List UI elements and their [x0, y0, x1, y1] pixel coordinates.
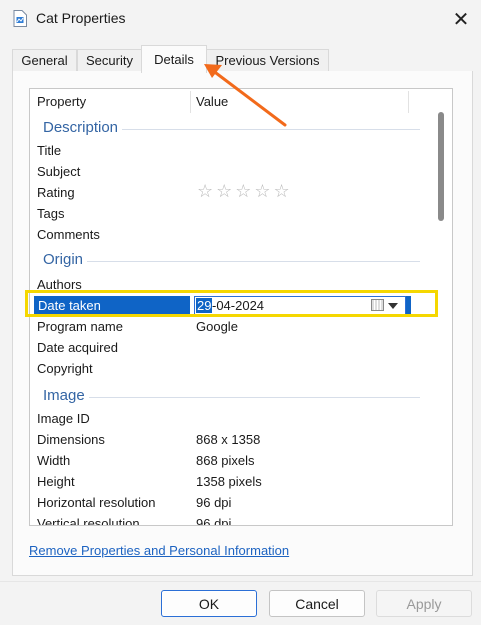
property-row-subject[interactable]: Subject — [30, 161, 436, 182]
tab-details[interactable]: Details — [141, 45, 207, 73]
property-row-height[interactable]: Height 1358 pixels — [30, 471, 436, 492]
tab-label: Security — [86, 53, 133, 68]
star-rating-icon[interactable]: ☆☆☆☆☆ — [197, 181, 293, 202]
date-rest[interactable]: -04-2024 — [212, 298, 264, 313]
property-name: Authors — [37, 277, 82, 292]
property-value: 96 dpi — [196, 495, 232, 510]
property-row-horizontal-resolution[interactable]: Horizontal resolution 96 dpi — [30, 492, 436, 513]
button-label: Apply — [406, 595, 442, 612]
footer-divider — [0, 581, 481, 582]
chevron-down-icon[interactable] — [388, 303, 398, 309]
column-separator[interactable] — [190, 91, 191, 113]
remove-properties-link[interactable]: Remove Properties and Personal Informati… — [29, 543, 289, 558]
button-label: Cancel — [295, 595, 339, 612]
apply-button[interactable]: Apply — [376, 590, 472, 617]
window-title: Cat Properties — [36, 10, 126, 26]
group-origin: Origin — [30, 248, 436, 272]
property-name: Subject — [37, 164, 81, 179]
property-name: Rating — [37, 185, 75, 200]
property-value: 96 dpi — [196, 516, 232, 526]
group-heading: Origin — [43, 251, 88, 268]
tab-label: Details — [154, 52, 194, 67]
ok-button[interactable]: OK — [161, 590, 257, 617]
property-name: Title — [37, 143, 62, 158]
close-button[interactable]: ✕ — [446, 6, 476, 32]
property-row-date-taken[interactable]: Date taken 29 -04-2024 — [30, 295, 436, 316]
group-heading: Description — [43, 119, 123, 136]
property-name: Height — [37, 474, 75, 489]
column-separator[interactable] — [408, 91, 409, 113]
property-name: Width — [37, 453, 71, 468]
property-name: Horizontal resolution — [37, 495, 156, 510]
property-value: Google — [196, 319, 238, 334]
tab-label: General — [21, 53, 68, 68]
title-bar: Cat Properties ✕ — [0, 0, 481, 38]
property-row-date-acquired[interactable]: Date acquired — [30, 337, 436, 358]
property-row-vertical-resolution[interactable]: Vertical resolution 96 dpi — [30, 513, 436, 526]
property-value: 868 x 1358 — [196, 432, 261, 447]
row-selection-edge — [406, 296, 411, 315]
property-row-rating[interactable]: Rating ☆☆☆☆☆ — [30, 181, 436, 203]
property-name: Date acquired — [37, 340, 118, 355]
property-name: Program name — [37, 319, 123, 334]
property-row-comments[interactable]: Comments — [30, 224, 436, 245]
button-label: OK — [198, 595, 220, 612]
property-row-copyright[interactable]: Copyright — [30, 358, 436, 379]
property-row-width[interactable]: Width 868 pixels — [30, 450, 436, 471]
group-divider — [43, 261, 420, 262]
property-row-image-id[interactable]: Image ID — [30, 408, 436, 429]
calendar-icon[interactable] — [371, 299, 384, 311]
property-row-program-name[interactable]: Program name Google — [30, 316, 436, 337]
property-list[interactable]: Property Value Description Title Subject… — [29, 88, 453, 526]
property-name: Copyright — [37, 361, 93, 376]
property-row-dimensions[interactable]: Dimensions 868 x 1358 — [30, 429, 436, 450]
tab-general[interactable]: General — [12, 49, 77, 71]
property-name: Vertical resolution — [37, 516, 140, 526]
date-taken-field[interactable]: 29 -04-2024 — [194, 296, 406, 315]
scrollbar-thumb[interactable] — [438, 112, 444, 221]
property-value: 868 pixels — [196, 453, 255, 468]
property-row-authors[interactable]: Authors — [30, 274, 436, 295]
tab-security[interactable]: Security — [77, 49, 142, 71]
cancel-button[interactable]: Cancel — [269, 590, 365, 617]
property-name: Tags — [37, 206, 65, 221]
file-image-icon — [13, 10, 27, 27]
group-divider — [43, 397, 420, 398]
arrow-annotation — [204, 64, 287, 127]
property-name: Date taken — [34, 296, 190, 315]
property-name: Image ID — [37, 411, 90, 426]
group-heading: Image — [43, 387, 89, 404]
date-day-selected[interactable]: 29 — [196, 298, 213, 313]
close-icon: ✕ — [452, 8, 470, 31]
property-row-tags[interactable]: Tags — [30, 203, 436, 224]
property-name: Comments — [37, 227, 100, 242]
group-image: Image — [30, 384, 436, 408]
property-value: 1358 pixels — [196, 474, 262, 489]
column-header-property[interactable]: Property — [37, 89, 86, 115]
property-name: Dimensions — [37, 432, 105, 447]
property-row-title[interactable]: Title — [30, 140, 436, 161]
